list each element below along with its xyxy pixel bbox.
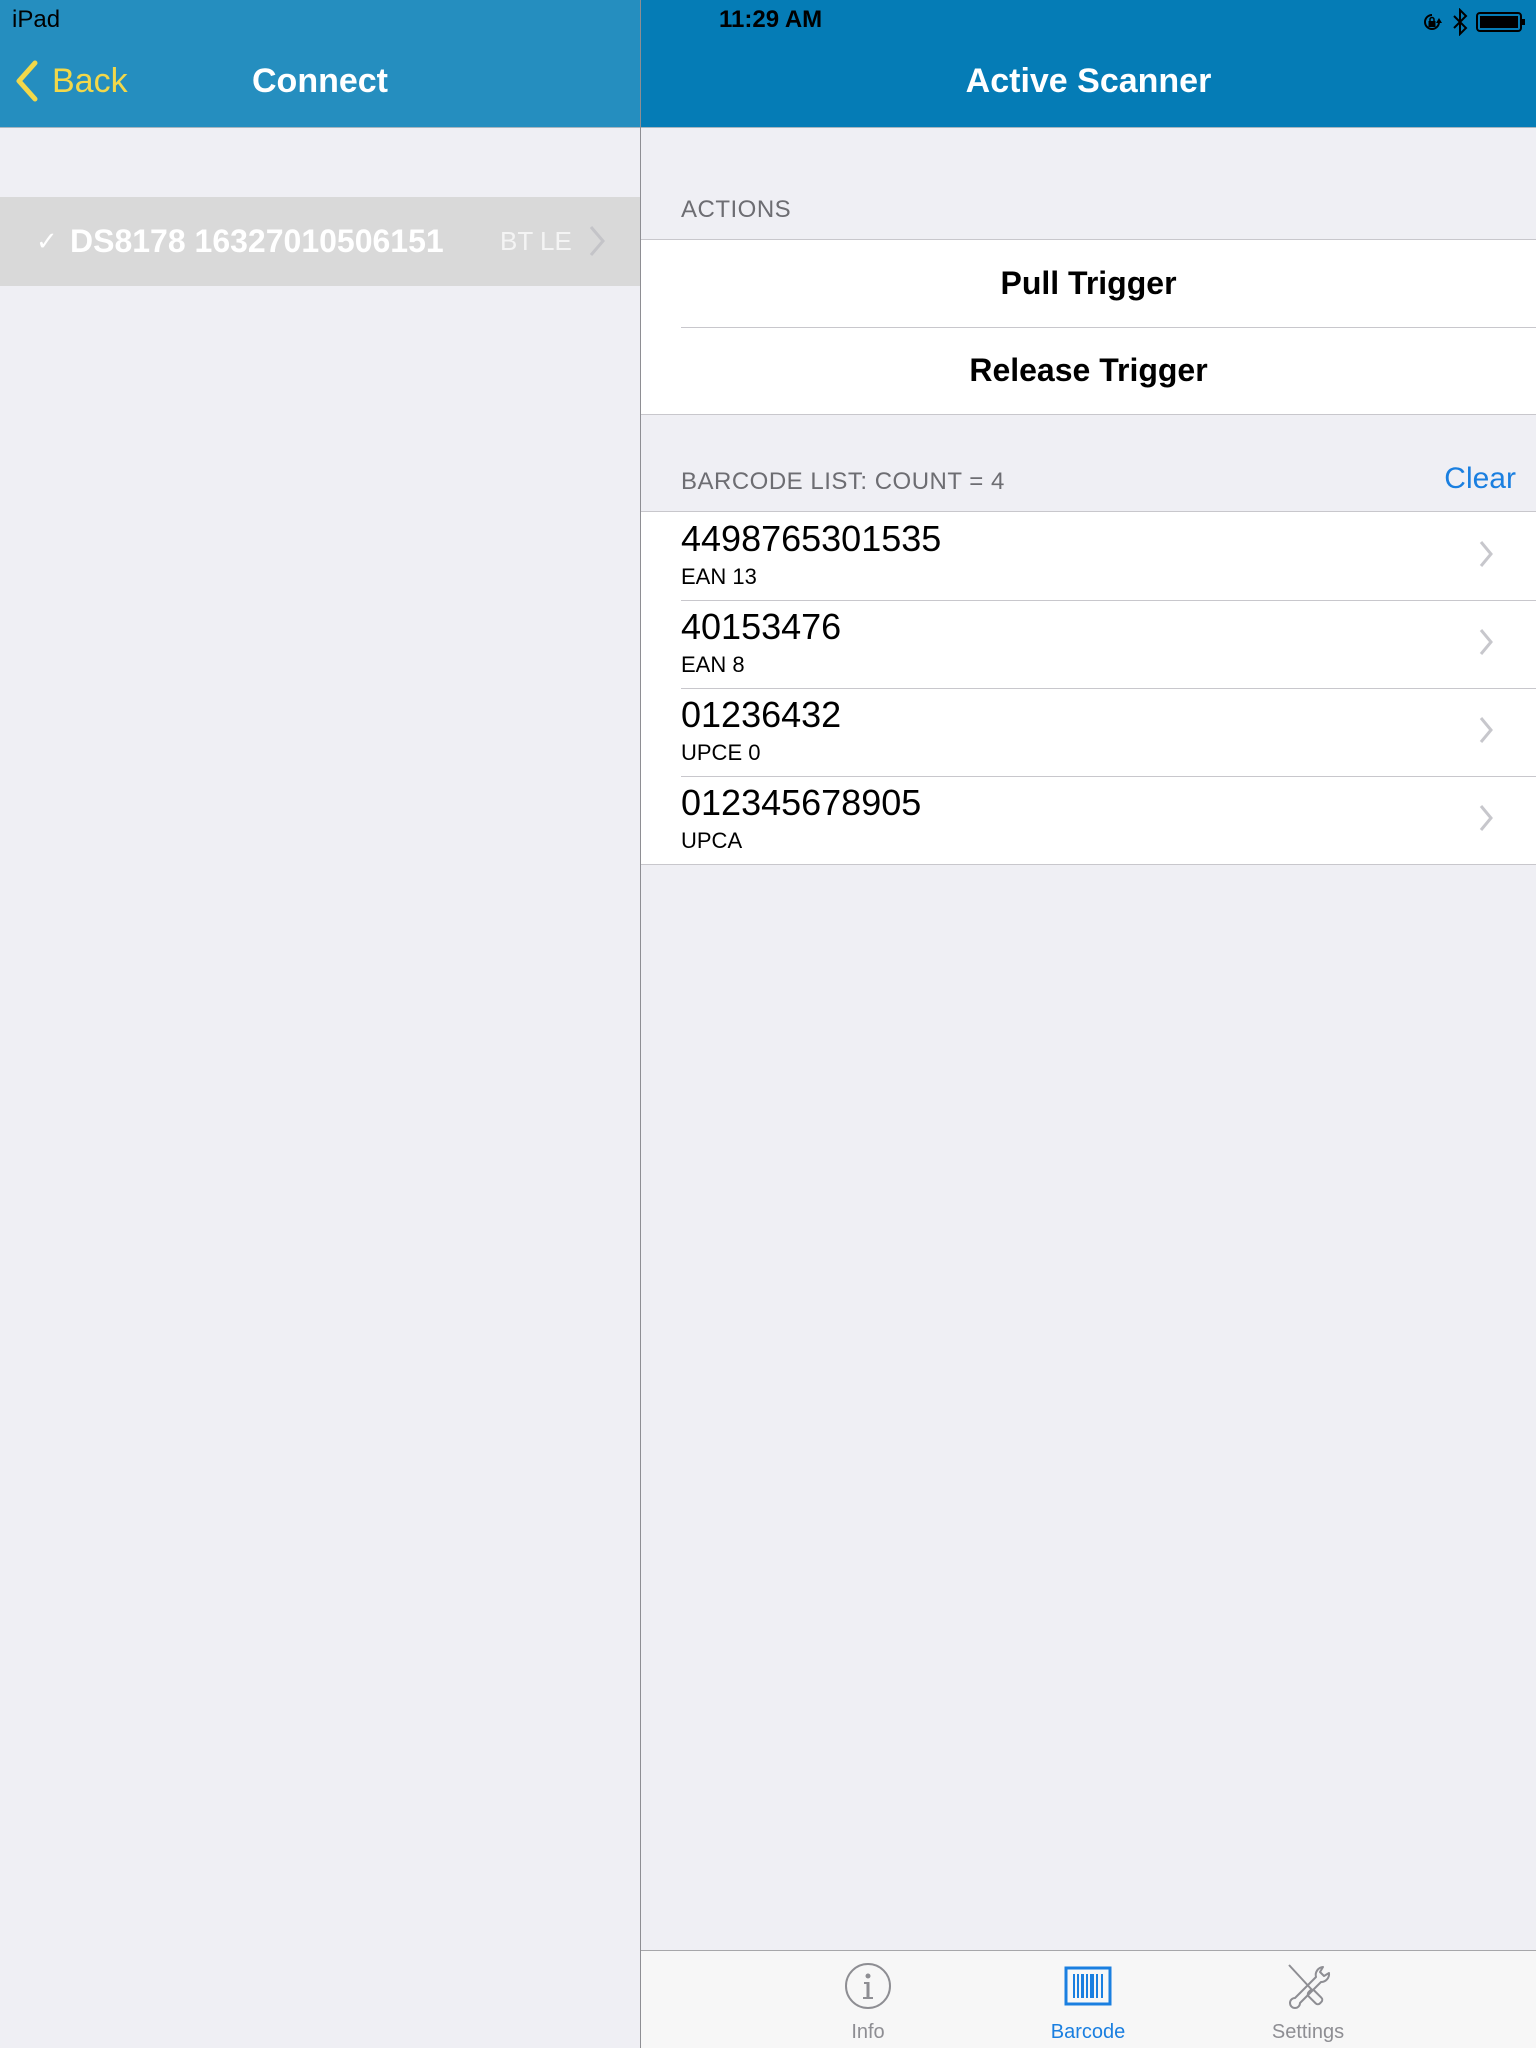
pull-trigger-button[interactable]: Pull Trigger: [641, 240, 1536, 327]
tab-label: Barcode: [1050, 2021, 1126, 2043]
tab-barcode[interactable]: Barcode: [1008, 1951, 1168, 2048]
barcode-type: UPCE 0: [681, 740, 761, 765]
release-trigger-button[interactable]: Release Trigger: [641, 327, 1536, 414]
barcode-type: EAN 8: [681, 652, 745, 677]
barcode-list-item[interactable]: 4498765301535 EAN 13: [641, 512, 1536, 600]
status-icons: [1420, 8, 1526, 36]
detail-title: Active Scanner: [965, 62, 1212, 100]
battery-icon: [1476, 12, 1525, 32]
device-name: DS8178 16327010506151: [70, 223, 444, 259]
info-icon: [845, 1963, 891, 2009]
status-device-label: iPad: [12, 6, 61, 33]
chevron-right-icon: [1479, 541, 1493, 567]
checkmark-icon: ✓: [36, 226, 58, 256]
master-title: Connect: [252, 62, 388, 100]
clear-button[interactable]: Clear: [1444, 462, 1516, 496]
status-time: 11:29 AM: [719, 6, 823, 33]
actions-group: Pull Trigger Release Trigger: [641, 239, 1536, 415]
tab-settings[interactable]: Settings: [1228, 1951, 1388, 2048]
detail-pane: 11:29 AM Active Scanner ACTIONS Pull Tri…: [641, 0, 1536, 2048]
barcode-list-item[interactable]: 01236432 UPCE 0: [641, 688, 1536, 776]
tools-icon: [1288, 1964, 1331, 2009]
barcode-list-item[interactable]: 012345678905 UPCA: [641, 776, 1536, 864]
barcode-value: 40153476: [681, 606, 842, 647]
barcode-type: UPCA: [681, 828, 743, 853]
device-list-item[interactable]: ✓ DS8178 16327010506151 BT LE: [0, 197, 640, 286]
barcode-value: 012345678905: [681, 782, 922, 823]
back-button[interactable]: Back: [14, 60, 128, 102]
barcode-value: 4498765301535: [681, 518, 942, 559]
bluetooth-icon: [1453, 8, 1468, 36]
barcode-value: 01236432: [681, 694, 842, 735]
chevron-right-icon: [589, 226, 605, 256]
tab-info[interactable]: Info: [788, 1951, 948, 2048]
detail-navigation-bar: 11:29 AM Active Scanner: [641, 0, 1536, 128]
tab-label: Info: [851, 2021, 885, 2043]
barcode-list: 4498765301535 EAN 13 40153476 EAN 8 0123…: [641, 511, 1536, 865]
tab-bar: Info Barcode Settings: [641, 1950, 1536, 2048]
rotation-lock-icon: [1424, 14, 1442, 30]
barcode-type: EAN 13: [681, 564, 757, 589]
chevron-left-icon: [16, 60, 38, 102]
chevron-right-icon: [1479, 805, 1493, 831]
barcode-list-header: BARCODE LIST: COUNT = 4: [681, 468, 1005, 495]
master-pane: iPad Back Connect ✓ DS8178 1632701050615…: [0, 0, 640, 2048]
tab-label: Settings: [1271, 2021, 1345, 2043]
chevron-right-icon: [1479, 717, 1493, 743]
back-label: Back: [52, 61, 128, 100]
barcode-list-item[interactable]: 40153476 EAN 8: [641, 600, 1536, 688]
chevron-right-icon: [1479, 629, 1493, 655]
master-navigation-bar: iPad Back Connect: [0, 0, 640, 128]
barcode-icon: [1064, 1966, 1112, 2006]
actions-section-header: ACTIONS: [681, 196, 792, 223]
device-connection-type: BT LE: [500, 226, 572, 256]
